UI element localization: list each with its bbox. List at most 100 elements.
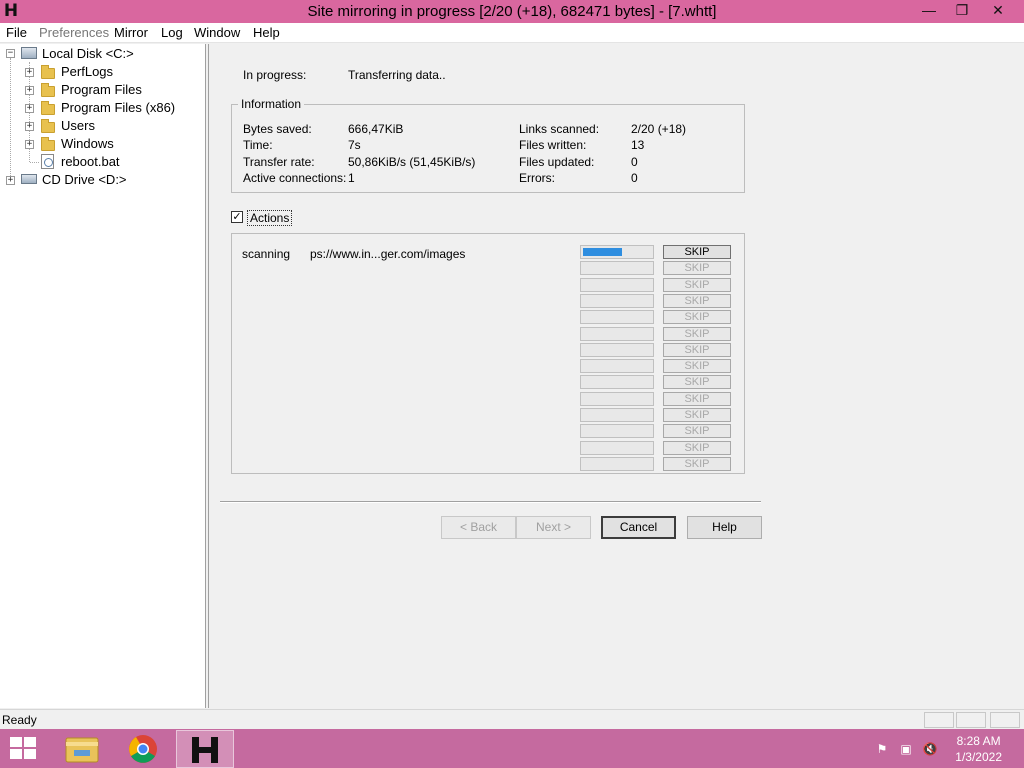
- bytes-saved-value: 666,47KiB: [348, 122, 404, 136]
- skip-button[interactable]: SKIP: [663, 326, 731, 341]
- tree-item-cd-drive[interactable]: + CD Drive <D:>: [0, 171, 200, 189]
- cancel-button[interactable]: Cancel: [601, 516, 676, 539]
- tree-item-program-files[interactable]: + Program Files: [0, 81, 200, 99]
- action-progress-bar: [580, 424, 654, 439]
- skip-button[interactable]: SKIP: [663, 277, 731, 292]
- bytes-saved-label: Bytes saved:: [243, 122, 312, 136]
- files-updated-label: Files updated:: [519, 155, 595, 169]
- folder-tree: − Local Disk <C:> + PerfLogs + Program F…: [0, 44, 206, 708]
- action-progress-bar: [580, 391, 654, 406]
- skip-button[interactable]: SKIP: [663, 310, 731, 325]
- start-button[interactable]: [10, 737, 38, 761]
- information-group: Information Bytes saved: 666,47KiB Time:…: [231, 97, 745, 193]
- active-connections-value: 1: [348, 171, 355, 185]
- menu-bar: File Preferences Mirror Log Window Help: [0, 23, 1024, 43]
- action-center-flag-icon[interactable]: ⚑: [874, 741, 890, 757]
- expand-icon[interactable]: +: [25, 104, 34, 113]
- transfer-rate-label: Transfer rate:: [243, 155, 315, 169]
- expand-icon[interactable]: +: [25, 122, 34, 131]
- skip-button[interactable]: SKIP: [663, 293, 731, 308]
- actions-label[interactable]: Actions: [247, 210, 293, 226]
- hard-drive-icon: [21, 47, 37, 59]
- tree-item-reboot-bat[interactable]: reboot.bat: [0, 153, 200, 171]
- cd-drive-icon: [21, 174, 37, 184]
- menu-log[interactable]: Log: [161, 25, 183, 40]
- tree-item-local-disk[interactable]: − Local Disk <C:>: [0, 45, 200, 63]
- skip-button[interactable]: SKIP: [663, 245, 731, 259]
- files-updated-value: 0: [631, 155, 638, 169]
- menu-window[interactable]: Window: [194, 25, 240, 40]
- time-value: 7s: [348, 138, 361, 152]
- skip-button[interactable]: SKIP: [663, 424, 731, 439]
- action-progress-bar: [580, 261, 654, 276]
- skip-button[interactable]: SKIP: [663, 261, 731, 276]
- help-button[interactable]: Help: [687, 516, 762, 539]
- time-label: Time:: [243, 138, 273, 152]
- network-icon[interactable]: ▣: [898, 741, 914, 757]
- tree-item-label: Program Files (x86): [61, 100, 176, 115]
- active-connections-label: Active connections:: [243, 171, 347, 185]
- in-progress-value: Transferring data..: [348, 68, 446, 82]
- action-progress-bar: [580, 456, 654, 471]
- files-written-value: 13: [631, 138, 645, 152]
- errors-label: Errors:: [519, 171, 555, 185]
- menu-help[interactable]: Help: [253, 25, 280, 40]
- action-status-text: scanning: [242, 247, 291, 261]
- back-button[interactable]: < Back: [441, 516, 516, 539]
- folder-icon: [41, 101, 55, 115]
- file-explorer-icon: [65, 737, 99, 763]
- skip-button[interactable]: SKIP: [663, 359, 731, 374]
- skip-button[interactable]: SKIP: [663, 342, 731, 357]
- skip-button[interactable]: SKIP: [663, 456, 731, 471]
- chrome-taskbar-button[interactable]: [114, 730, 172, 768]
- status-text: Ready: [2, 713, 37, 727]
- actions-checkbox[interactable]: ✓: [231, 211, 243, 223]
- tree-item-label: PerfLogs: [61, 64, 114, 79]
- links-scanned-label: Links scanned:: [519, 122, 600, 136]
- skip-button[interactable]: SKIP: [663, 375, 731, 390]
- action-progress-bar: [580, 342, 654, 357]
- system-clock[interactable]: 8:28 AM 1/3/2022: [955, 733, 1002, 765]
- menu-mirror[interactable]: Mirror: [114, 25, 148, 40]
- close-button[interactable]: ✕: [975, 0, 1021, 21]
- status-panel: [924, 712, 954, 728]
- expand-icon[interactable]: +: [6, 176, 15, 185]
- tree-item-program-files-x86[interactable]: + Program Files (x86): [0, 99, 200, 117]
- taskbar: ⚑ ▣ 🔇 8:28 AM 1/3/2022: [0, 729, 1024, 768]
- skip-button[interactable]: SKIP: [663, 408, 731, 422]
- tree-item-windows[interactable]: + Windows: [0, 135, 200, 153]
- httrack-taskbar-button[interactable]: [176, 730, 234, 768]
- folder-icon: [41, 83, 55, 97]
- transfer-rate-value: 50,86KiB/s (51,45KiB/s): [348, 155, 476, 169]
- skip-button[interactable]: SKIP: [663, 440, 731, 455]
- folder-icon: [41, 137, 55, 151]
- action-progress-bar: [580, 440, 654, 455]
- file-explorer-taskbar-button[interactable]: [52, 730, 110, 768]
- expand-icon[interactable]: +: [25, 86, 34, 95]
- volume-muted-icon[interactable]: 🔇: [922, 741, 938, 757]
- expand-icon[interactable]: +: [25, 140, 34, 149]
- action-progress-bar: [580, 245, 654, 259]
- progress-fill: [583, 248, 622, 256]
- pane-splitter[interactable]: [206, 44, 209, 708]
- expand-icon[interactable]: +: [25, 68, 34, 77]
- restore-button[interactable]: ❐: [946, 0, 978, 21]
- mirror-progress-panel: In progress: Transferring data.. Informa…: [210, 44, 1024, 708]
- httrack-icon: [192, 737, 218, 763]
- status-panel: [956, 712, 986, 728]
- menu-file[interactable]: File: [6, 25, 27, 40]
- tree-item-perflogs[interactable]: + PerfLogs: [0, 63, 200, 81]
- next-button[interactable]: Next >: [516, 516, 591, 539]
- title-bar: H Site mirroring in progress [2/20 (+18)…: [0, 0, 1024, 23]
- minimize-button[interactable]: —: [913, 0, 945, 21]
- action-progress-bar: [580, 293, 654, 308]
- action-progress-bar: [580, 375, 654, 390]
- folder-icon: [41, 65, 55, 79]
- collapse-icon[interactable]: −: [6, 49, 15, 58]
- actions-panel: scanning ps://www.in...ger.com/images SK…: [231, 233, 745, 474]
- tree-item-label: Users: [61, 118, 95, 133]
- menu-preferences[interactable]: Preferences: [39, 25, 109, 40]
- skip-button[interactable]: SKIP: [663, 391, 731, 406]
- tree-item-users[interactable]: + Users: [0, 117, 200, 135]
- clock-time: 8:28 AM: [956, 734, 1001, 748]
